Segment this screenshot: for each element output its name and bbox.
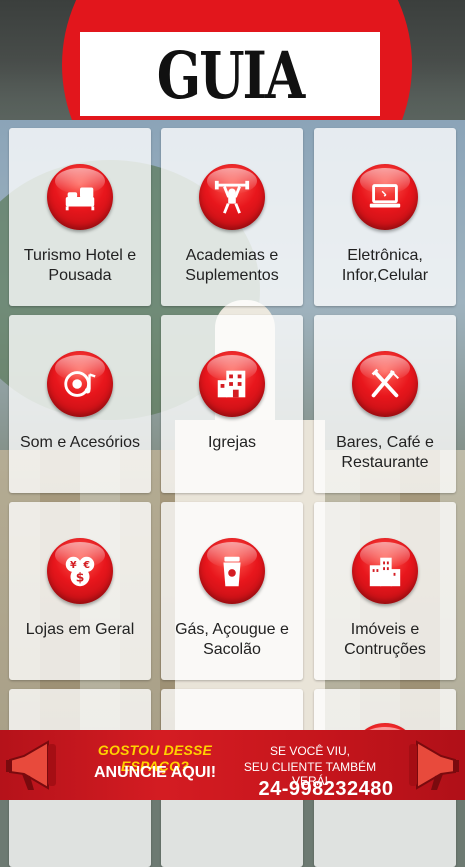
category-tile-lojas[interactable]: $ ¥ € Lojas em Geral [9,502,151,680]
category-tile-academias[interactable]: Academias e Suplementos [161,128,303,306]
category-tile-eletronica[interactable]: Eletrônica, Infor,Celular [314,128,456,306]
megaphone-icon [6,740,56,790]
category-label: Bares, Café e Restaurante [336,434,434,471]
category-tile-turismo[interactable]: Turismo Hotel e Pousada [9,128,151,306]
category-tile-imoveis[interactable]: Imóveis e Contruções [314,502,456,680]
category-tile-igrejas[interactable]: Igrejas [161,315,303,493]
category-tile-gas[interactable]: Gás, Açougue e Sacolão [161,502,303,680]
laptop-icon [352,164,418,230]
megaphone-icon [409,740,459,790]
svg-text:€: € [82,560,90,571]
ad-phone-number: 24-998232480 [258,778,394,800]
category-label: Igrejas [207,434,257,451]
speaker-music-icon [47,351,113,417]
ad-cta: ANUNCIE AQUI! [93,764,217,781]
ad-banner[interactable]: GOSTOU DESSE ESPAÇO? ANUNCIE AQUI! SE VO… [0,730,465,800]
svg-text:$: $ [76,570,85,584]
category-label: Imóveis e Contruções [344,621,426,658]
money-bag-icon: $ ¥ € [47,538,113,604]
category-label: Turismo Hotel e Pousada [23,247,137,284]
app-header: GUIA PARATY [0,0,465,120]
category-label: Academias e Suplementos [185,247,279,284]
weightlifter-icon [199,164,265,230]
city-buildings-icon [352,538,418,604]
category-label: Eletrônica, Infor,Celular [341,247,429,284]
app-logo: GUIA PARATY [120,38,342,120]
ad-slogan-line1: SE VOCÊ VIU, [269,744,351,758]
category-label: Gás, Açougue e Sacolão [175,621,289,658]
category-label: Lojas em Geral [25,621,135,638]
fork-knife-icon [352,351,418,417]
svg-text:¥: ¥ [70,560,77,571]
category-tile-bares[interactable]: Bares, Café e Restaurante [314,315,456,493]
category-grid: Turismo Hotel e Pousada Academias e Supl… [0,120,465,867]
bed-icon [47,164,113,230]
building-icon [199,351,265,417]
cup-icon [199,538,265,604]
category-label: Som e Acesórios [19,434,141,451]
category-tile-som[interactable]: Som e Acesórios [9,315,151,493]
